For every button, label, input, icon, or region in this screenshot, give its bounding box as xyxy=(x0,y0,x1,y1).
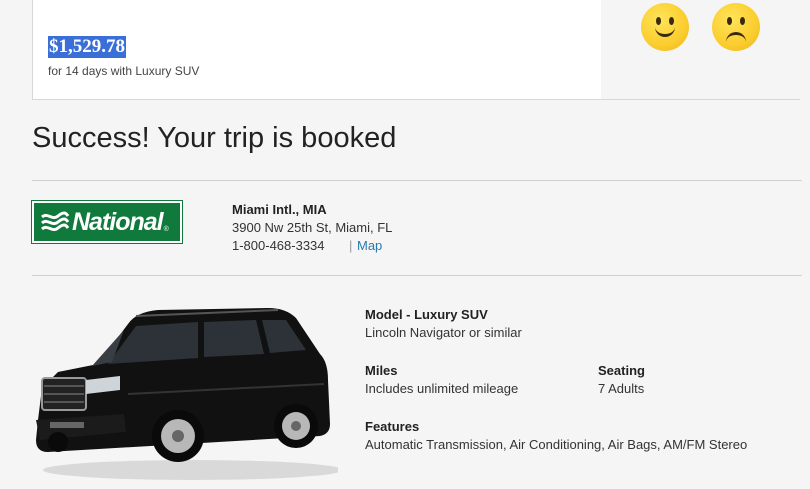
map-link[interactable]: Map xyxy=(357,238,382,253)
total-price: $1,529.78 xyxy=(48,36,126,58)
features-value: Automatic Transmission, Air Conditioning… xyxy=(365,437,748,452)
seating-label: Seating xyxy=(598,363,645,378)
location-name: Miami Intl., MIA xyxy=(232,202,327,217)
booking-confirmation-page: $1,529.78 for 14 days with Luxury SUV Su… xyxy=(0,0,810,489)
flag-icon xyxy=(41,211,70,232)
location-phone: 1-800-468-3334 xyxy=(232,238,325,253)
features-label: Features xyxy=(365,419,420,434)
location-address: 3900 Nw 25th St, Miami, FL xyxy=(232,220,393,235)
model-label: Model - Luxury SUV xyxy=(365,307,488,322)
registered-mark: ® xyxy=(163,226,169,233)
separator: | xyxy=(349,238,353,253)
sad-face-icon[interactable] xyxy=(712,3,760,51)
model-value: Lincoln Navigator or similar xyxy=(365,325,522,340)
miles-label: Miles xyxy=(365,363,398,378)
seating-value: 7 Adults xyxy=(598,381,645,396)
divider xyxy=(32,180,802,181)
price-subtitle: for 14 days with Luxury SUV xyxy=(48,64,200,78)
national-logo: National ® xyxy=(31,200,183,244)
happy-face-icon[interactable] xyxy=(641,3,689,51)
feedback-panel xyxy=(601,0,801,99)
suv-car-image xyxy=(36,308,338,480)
divider xyxy=(32,275,802,276)
page-title: Success! Your trip is booked xyxy=(32,122,397,154)
miles-value: Includes unlimited mileage xyxy=(365,381,519,396)
logo-text: National xyxy=(72,207,164,236)
